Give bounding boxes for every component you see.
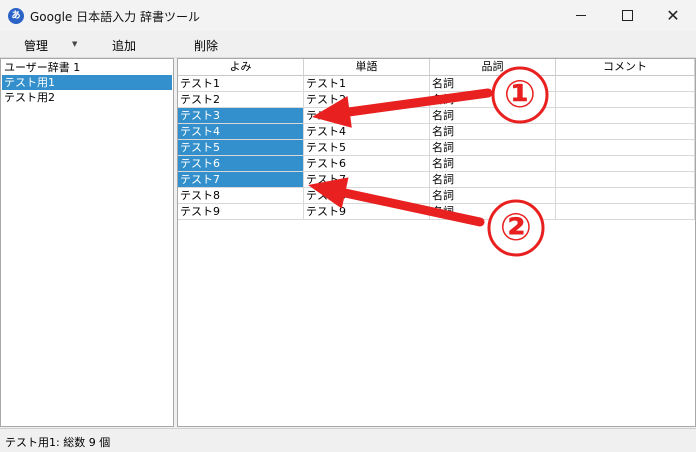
table-row[interactable]: テスト2 テスト2 名詞	[178, 92, 695, 108]
table-row[interactable]: テスト1 テスト1 名詞	[178, 76, 695, 92]
table-cell-reading: テスト7	[178, 172, 304, 187]
table-cell-comment	[556, 188, 695, 203]
table-row[interactable]: テスト8 テスト8 名詞	[178, 188, 695, 204]
maximize-icon	[621, 10, 633, 21]
table-cell-word: テスト5	[304, 140, 430, 155]
table-cell-comment	[556, 108, 695, 123]
dictionary-list: ユーザー辞書 1 テスト用1 テスト用2	[0, 58, 174, 427]
dictionary-item[interactable]: テスト用2	[2, 90, 172, 105]
table-cell-reading: テスト6	[178, 156, 304, 171]
table-cell-comment	[556, 76, 695, 91]
table-row[interactable]: テスト6 テスト6 名詞	[178, 156, 695, 172]
toolbar: 管理 ▼ 追加 削除	[0, 31, 696, 58]
title-bar: あ Google 日本語入力 辞書ツール ✕	[0, 0, 696, 31]
dictionary-label: テスト用2	[4, 91, 55, 104]
table-cell-pos: 名詞	[430, 108, 556, 123]
table-cell-pos: 名詞	[430, 124, 556, 139]
table-cell-reading: テスト8	[178, 188, 304, 203]
table-cell-reading: テスト9	[178, 204, 304, 219]
table-cell-comment	[556, 172, 695, 187]
table-cell-comment	[556, 140, 695, 155]
table-cell-word: テスト8	[304, 188, 430, 203]
close-icon: ✕	[666, 5, 680, 25]
dictionary-item[interactable]: テスト用1	[2, 75, 172, 90]
table-cell-reading: テスト5	[178, 140, 304, 155]
add-button[interactable]: 追加	[112, 37, 136, 54]
table-cell-pos: 名詞	[430, 92, 556, 107]
status-bar: テスト用1: 総数 9 個	[0, 428, 696, 452]
table-row[interactable]: テスト5 テスト5 名詞	[178, 140, 695, 156]
table-cell-pos: 名詞	[430, 76, 556, 91]
table-cell-reading: テスト3	[178, 108, 304, 123]
table-cell-reading: テスト2	[178, 92, 304, 107]
column-header-word[interactable]: 単語	[304, 59, 430, 76]
table-cell-word: テスト3	[304, 108, 430, 123]
dictionary-item[interactable]: ユーザー辞書 1	[2, 60, 172, 75]
maximize-button[interactable]	[604, 0, 650, 31]
table-cell-pos: 名詞	[430, 172, 556, 187]
table-cell-pos: 名詞	[430, 140, 556, 155]
close-button[interactable]: ✕	[650, 0, 696, 31]
table-row[interactable]: テスト9 テスト9 名詞	[178, 204, 695, 220]
table-row[interactable]: テスト3 テスト3 名詞	[178, 108, 695, 124]
table-cell-word: テスト6	[304, 156, 430, 171]
table-cell-word: テスト4	[304, 124, 430, 139]
minimize-icon	[576, 15, 586, 16]
table-cell-comment	[556, 124, 695, 139]
table-row[interactable]: テスト7 テスト7 名詞	[178, 172, 695, 188]
table-cell-word: テスト1	[304, 76, 430, 91]
dictionary-label: テスト用1	[4, 76, 55, 89]
table-cell-reading: テスト4	[178, 124, 304, 139]
table-cell-comment	[556, 204, 695, 219]
column-header-pos[interactable]: 品詞	[430, 59, 556, 76]
minimize-button[interactable]	[558, 0, 604, 31]
app-icon: あ	[8, 8, 24, 24]
table-cell-pos: 名詞	[430, 204, 556, 219]
table-cell-reading: テスト1	[178, 76, 304, 91]
delete-button[interactable]: 削除	[194, 37, 218, 54]
dictionary-label: ユーザー辞書 1	[4, 61, 81, 74]
chevron-down-icon[interactable]: ▼	[72, 40, 77, 48]
table-cell-word: テスト9	[304, 204, 430, 219]
table-cell-pos: 名詞	[430, 156, 556, 171]
status-text: テスト用1: 総数 9 個	[5, 436, 111, 449]
table-cell-comment	[556, 156, 695, 171]
word-table: よみ 単語 品詞 コメント テスト1 テスト1 名詞 テスト2 テスト2 名詞 テスト3 テス…	[177, 58, 696, 427]
table-cell-word: テスト2	[304, 92, 430, 107]
manage-menu[interactable]: 管理	[24, 37, 48, 54]
column-header-comment[interactable]: コメント	[556, 59, 695, 76]
table-cell-word: テスト7	[304, 172, 430, 187]
table-cell-pos: 名詞	[430, 188, 556, 203]
column-header-reading[interactable]: よみ	[178, 59, 304, 76]
table-row[interactable]: テスト4 テスト4 名詞	[178, 124, 695, 140]
table-cell-comment	[556, 92, 695, 107]
window-title: Google 日本語入力 辞書ツール	[30, 10, 200, 24]
